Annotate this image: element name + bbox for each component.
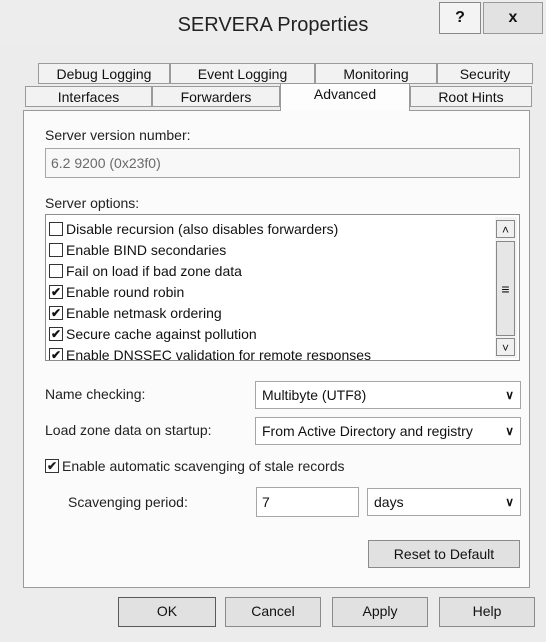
scroll-up-icon[interactable]: ˄ bbox=[496, 220, 515, 238]
help-button[interactable]: Help bbox=[439, 597, 535, 627]
option-label: Fail on load if bad zone data bbox=[66, 263, 242, 279]
tab-security[interactable]: Security bbox=[437, 63, 533, 84]
tab-forwarders[interactable]: Forwarders bbox=[152, 86, 280, 107]
tab-interfaces[interactable]: Interfaces bbox=[25, 86, 152, 107]
chevron-down-icon: ∨ bbox=[505, 424, 514, 438]
reset-to-default-button[interactable]: Reset to Default bbox=[368, 540, 520, 568]
option-label: Disable recursion (also disables forward… bbox=[66, 221, 339, 237]
option-label: Enable netmask ordering bbox=[66, 305, 222, 321]
close-button[interactable]: x bbox=[483, 2, 543, 34]
option-label: Enable round robin bbox=[66, 284, 185, 300]
option-dnssec-validation[interactable]: ✔ Enable DNSSEC validation for remote res… bbox=[49, 345, 372, 361]
name-checking-select[interactable]: Multibyte (UTF8) ∨ bbox=[255, 381, 521, 409]
option-round-robin[interactable]: ✔ Enable round robin bbox=[49, 282, 184, 302]
options-label: Server options: bbox=[45, 195, 140, 211]
scavenging-unit-value: days bbox=[374, 494, 404, 510]
scroll-thumb-grip-icon[interactable]: ≡ bbox=[496, 241, 515, 336]
chevron-down-icon: ∨ bbox=[505, 388, 514, 402]
scavenging-label: Enable automatic scavenging of stale rec… bbox=[62, 458, 345, 474]
scroll-down-icon[interactable]: ˅ bbox=[496, 338, 515, 356]
option-label: Enable DNSSEC validation for remote resp… bbox=[66, 347, 372, 361]
checkbox-icon[interactable] bbox=[49, 243, 63, 258]
option-bind-secondaries[interactable]: Enable BIND secondaries bbox=[49, 240, 226, 260]
load-zone-value: From Active Directory and registry bbox=[262, 423, 473, 439]
version-label: Server version number: bbox=[45, 127, 191, 143]
scavenging-period-label: Scavenging period: bbox=[68, 494, 188, 510]
options-scrollbar[interactable]: ˄ ≡ ˅ bbox=[495, 217, 517, 358]
server-options-list[interactable]: Disable recursion (also disables forward… bbox=[45, 214, 520, 361]
name-checking-value: Multibyte (UTF8) bbox=[262, 387, 367, 403]
checkbox-checked-icon[interactable]: ✔ bbox=[49, 306, 63, 321]
tab-event-logging[interactable]: Event Logging bbox=[170, 63, 315, 84]
version-field: 6.2 9200 (0x23f0) bbox=[45, 148, 520, 178]
scavenging-checkbox-row[interactable]: ✔ Enable automatic scavenging of stale re… bbox=[45, 458, 345, 474]
option-label: Secure cache against pollution bbox=[66, 326, 257, 342]
checkbox-checked-icon[interactable]: ✔ bbox=[49, 327, 63, 342]
option-secure-cache[interactable]: ✔ Secure cache against pollution bbox=[49, 324, 257, 344]
checkbox-icon[interactable] bbox=[49, 222, 63, 237]
option-label: Enable BIND secondaries bbox=[66, 242, 227, 258]
scavenging-unit-select[interactable]: days ∨ bbox=[367, 488, 521, 516]
tab-debug-logging[interactable]: Debug Logging bbox=[38, 63, 170, 84]
tab-advanced[interactable]: Advanced bbox=[280, 83, 410, 111]
checkbox-checked-icon[interactable]: ✔ bbox=[49, 285, 63, 300]
checkbox-icon[interactable] bbox=[49, 264, 63, 279]
dialog-window: SERVERA Properties ? x Debug Logging Eve… bbox=[0, 0, 546, 642]
option-disable-recursion[interactable]: Disable recursion (also disables forward… bbox=[49, 219, 338, 239]
option-fail-on-load[interactable]: Fail on load if bad zone data bbox=[49, 261, 242, 281]
checkbox-checked-icon[interactable]: ✔ bbox=[45, 459, 59, 474]
option-netmask-ordering[interactable]: ✔ Enable netmask ordering bbox=[49, 303, 222, 323]
checkbox-checked-icon[interactable]: ✔ bbox=[49, 348, 63, 360]
chevron-down-icon: ∨ bbox=[505, 495, 514, 509]
ok-button[interactable]: OK bbox=[118, 597, 216, 627]
apply-button[interactable]: Apply bbox=[332, 597, 428, 627]
name-checking-label: Name checking: bbox=[45, 386, 146, 402]
load-zone-label: Load zone data on startup: bbox=[45, 422, 212, 438]
help-title-button[interactable]: ? bbox=[439, 2, 481, 34]
tab-monitoring[interactable]: Monitoring bbox=[315, 63, 437, 84]
scavenging-period-input[interactable]: 7 bbox=[256, 487, 359, 517]
load-zone-select[interactable]: From Active Directory and registry ∨ bbox=[255, 417, 521, 445]
title-bar: SERVERA Properties ? x bbox=[0, 0, 546, 44]
cancel-button[interactable]: Cancel bbox=[225, 597, 321, 627]
tab-root-hints[interactable]: Root Hints bbox=[410, 86, 532, 107]
